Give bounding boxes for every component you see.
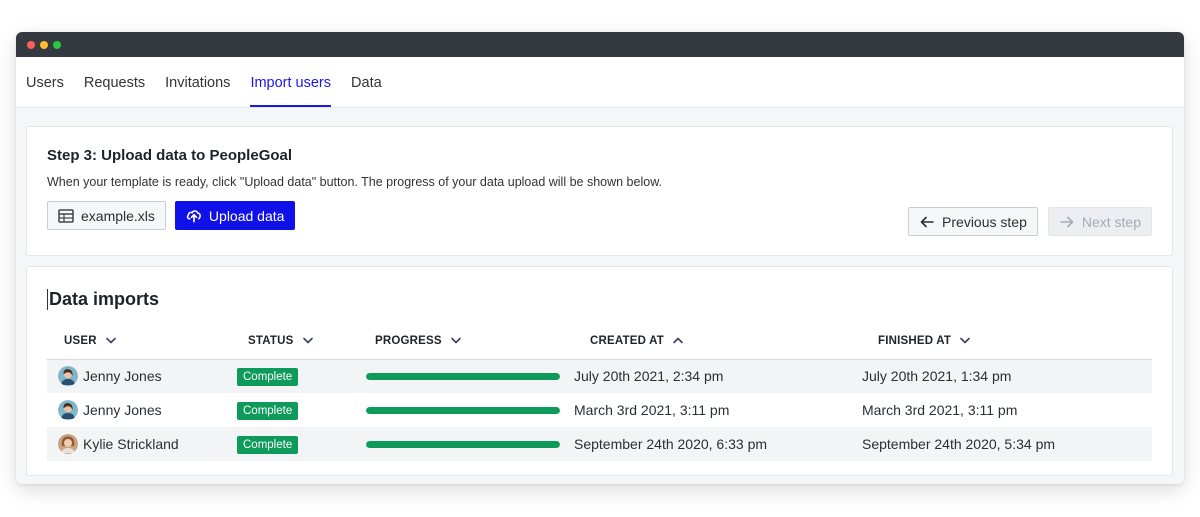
column-status-label: STATUS	[248, 335, 294, 348]
column-created-at-label: CREATED AT	[590, 335, 664, 348]
maximize-window-dot[interactable]	[53, 40, 61, 49]
upload-data-label: Upload data	[208, 207, 285, 224]
app-window: Users Requests Invitations Import users …	[16, 32, 1184, 484]
status-badge: Complete	[237, 435, 299, 454]
imports-table: USER STATUS PROGRESS CREATED AT FINISHED	[47, 324, 1152, 461]
chevron-down-icon	[960, 335, 970, 347]
status-cell: Complete	[232, 393, 359, 427]
user-cell: Jenny Jones	[47, 359, 232, 393]
progress-cell	[359, 393, 574, 427]
column-finished-at[interactable]: FINISHED AT	[862, 324, 1152, 360]
avatar	[58, 366, 78, 387]
chevron-down-icon	[302, 335, 313, 347]
created-at-cell: September 24th 2020, 6:33 pm	[574, 427, 862, 461]
progress-bar	[366, 440, 560, 448]
data-imports-card: Data imports USER STATUS PROGRESS CREATE…	[26, 266, 1173, 476]
user-cell: Jenny Jones	[47, 393, 232, 427]
column-user[interactable]: USER	[47, 324, 232, 360]
step-navigation: Previous step Next step	[908, 207, 1152, 236]
user-name: Jenny Jones	[83, 402, 162, 418]
status-badge: Complete	[237, 401, 299, 420]
avatar	[58, 400, 78, 420]
tab-requests[interactable]: Requests	[84, 75, 145, 107]
column-created-at[interactable]: CREATED AT	[574, 324, 862, 360]
chevron-down-icon	[105, 335, 116, 347]
finished-at-cell: July 20th 2021, 1:34 pm	[862, 359, 1152, 393]
progress-bar-fill	[366, 372, 560, 380]
previous-step-button[interactable]: Previous step	[908, 207, 1038, 236]
chevron-down-icon	[450, 335, 461, 347]
table-row[interactable]: Jenny Jones Complete July 20th 2021, 2:3…	[47, 359, 1152, 393]
step-description: When your template is ready, click "Uplo…	[47, 175, 663, 189]
progress-bar	[366, 406, 560, 414]
column-finished-at-label: FINISHED AT	[878, 335, 952, 348]
status-cell: Complete	[232, 427, 359, 461]
finished-at-cell: September 24th 2020, 5:34 pm	[862, 427, 1152, 461]
cloud-upload-icon	[186, 208, 202, 224]
close-window-dot[interactable]	[27, 40, 35, 49]
template-file-button[interactable]: example.xls	[47, 201, 166, 230]
table-header-row: USER STATUS PROGRESS CREATED AT FINISHED	[47, 324, 1152, 360]
arrow-right-icon	[1059, 214, 1075, 230]
tab-data[interactable]: Data	[351, 75, 382, 107]
chevron-up-icon	[673, 335, 683, 347]
column-progress-label: PROGRESS	[375, 335, 442, 348]
tab-invitations[interactable]: Invitations	[165, 75, 230, 107]
next-step-label: Next step	[1081, 213, 1141, 230]
upload-data-button[interactable]: Upload data	[174, 201, 296, 230]
column-progress[interactable]: PROGRESS	[359, 324, 574, 360]
progress-bar-fill	[366, 406, 560, 414]
window-titlebar	[16, 32, 1184, 57]
created-at-cell: March 3rd 2021, 3:11 pm	[574, 393, 862, 427]
table-row[interactable]: Jenny Jones Complete March 3rd 2021, 3:1…	[47, 393, 1152, 427]
avatar	[58, 434, 78, 454]
minimize-window-dot[interactable]	[40, 40, 48, 49]
arrow-left-icon	[919, 214, 935, 230]
template-file-label: example.xls	[81, 207, 155, 224]
progress-cell	[359, 359, 574, 393]
status-badge: Complete	[237, 367, 299, 386]
finished-at-cell: March 3rd 2021, 3:11 pm	[862, 393, 1152, 427]
progress-bar-fill	[366, 440, 560, 448]
tab-bar: Users Requests Invitations Import users …	[16, 57, 1184, 108]
status-cell: Complete	[232, 359, 359, 393]
main-content: Step 3: Upload data to PeopleGoal When y…	[16, 108, 1184, 484]
tab-import-users[interactable]: Import users	[250, 75, 332, 107]
next-step-button[interactable]: Next step	[1047, 207, 1152, 236]
data-imports-title: Data imports	[47, 289, 1152, 310]
step-title: Step 3: Upload data to PeopleGoal	[47, 147, 293, 164]
upload-step-card: Step 3: Upload data to PeopleGoal When y…	[26, 126, 1173, 256]
spreadsheet-icon	[58, 208, 74, 224]
table-row[interactable]: Kylie Strickland Complete September 24th…	[47, 427, 1152, 461]
created-at-cell: July 20th 2021, 2:34 pm	[574, 359, 862, 393]
column-user-label: USER	[64, 335, 97, 348]
user-cell: Kylie Strickland	[47, 427, 232, 461]
column-status[interactable]: STATUS	[232, 324, 359, 360]
previous-step-label: Previous step	[942, 213, 1027, 230]
tab-users[interactable]: Users	[26, 75, 64, 107]
progress-bar	[366, 372, 560, 380]
user-name: Kylie Strickland	[83, 436, 179, 452]
user-name: Jenny Jones	[83, 368, 162, 385]
progress-cell	[359, 427, 574, 461]
